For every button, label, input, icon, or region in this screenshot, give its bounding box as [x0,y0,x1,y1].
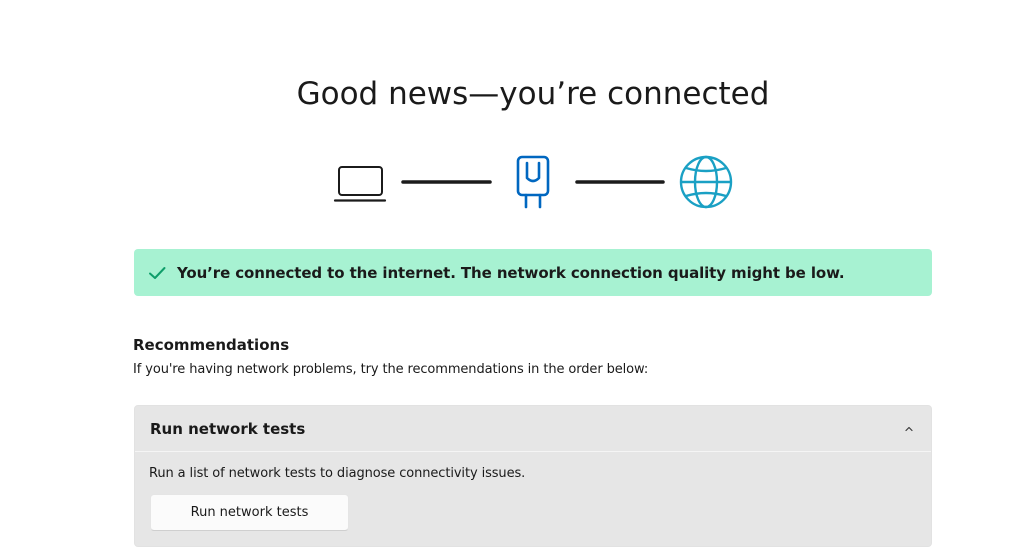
recommendations-title: Recommendations [133,336,290,354]
recommendation-card-title: Run network tests [150,420,306,438]
network-troubleshooter-page: Good news—you’re connected You’re connec… [0,0,1030,558]
recommendations-subtitle: If you're having network problems, try t… [133,362,649,377]
connection-diagram [333,155,733,209]
recommendation-card-description: Run a list of network tests to diagnose … [149,466,526,481]
status-banner: You’re connected to the internet. The ne… [134,249,932,296]
checkmark-icon [149,267,166,279]
recommendation-card-header[interactable]: Run network tests [135,406,931,452]
run-network-tests-button[interactable]: Run network tests [150,494,349,531]
status-banner-text: You’re connected to the internet. The ne… [177,264,845,282]
laptop-icon [333,166,387,202]
page-heading: Good news—you’re connected [296,76,770,112]
recommendation-card-run-network-tests: Run network tests Run a list of network … [134,405,932,547]
globe-icon [679,155,733,209]
chevron-up-icon[interactable] [903,423,915,435]
router-icon [516,155,550,209]
